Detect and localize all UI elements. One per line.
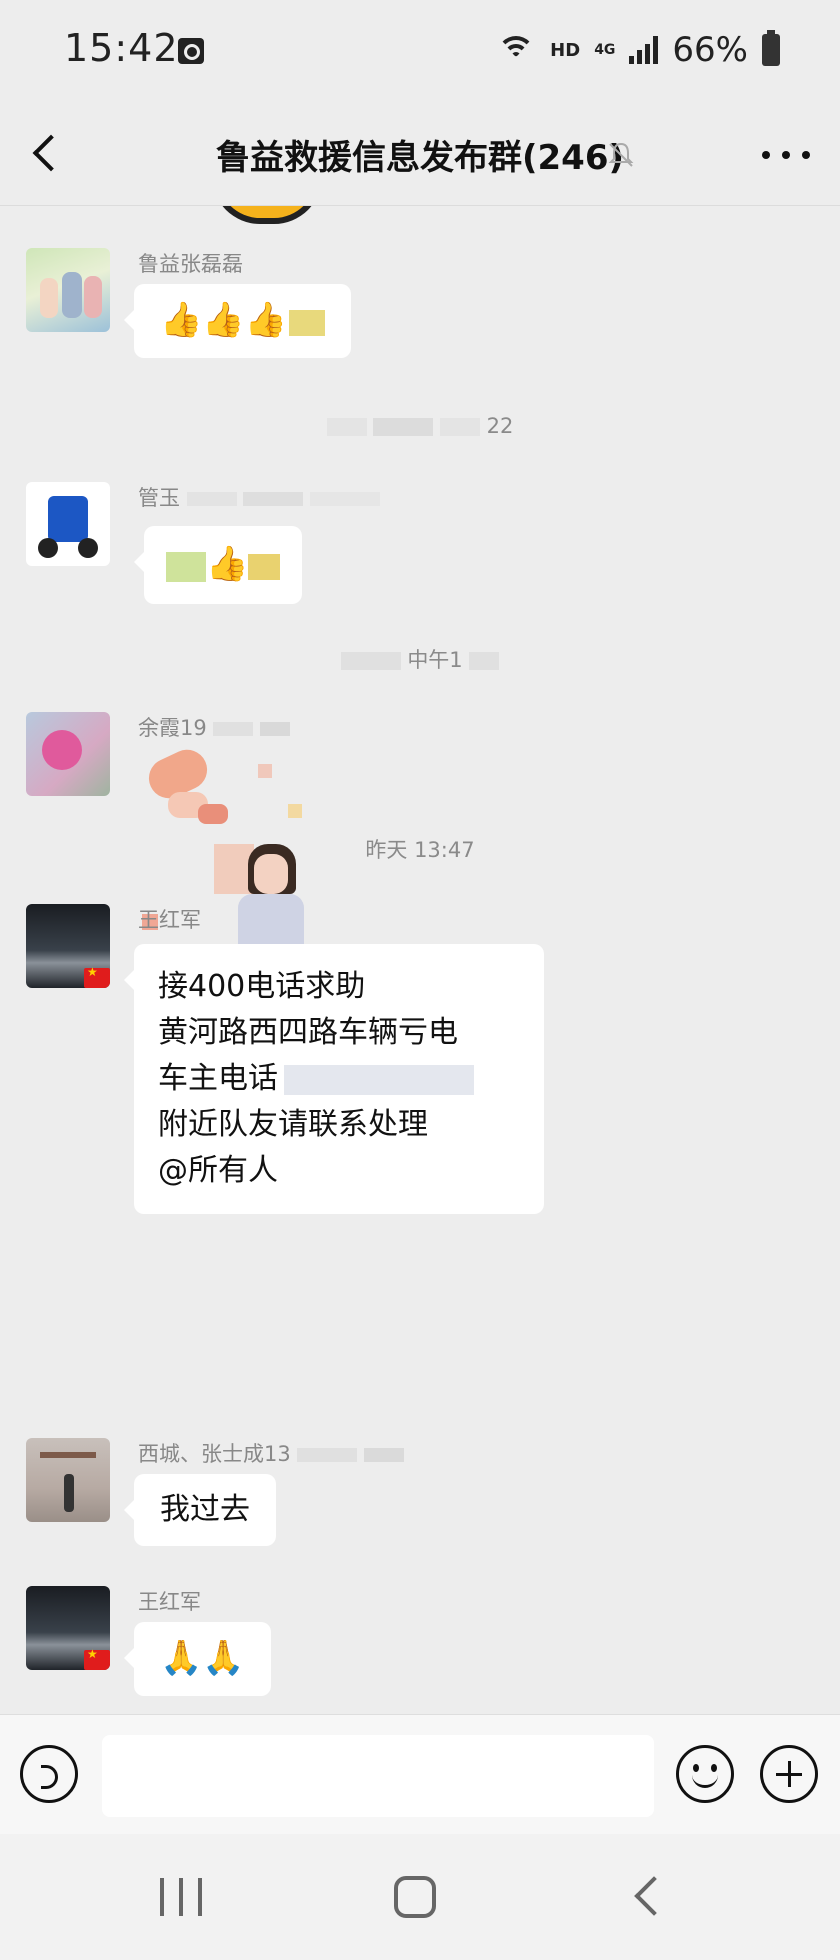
- system-back-button[interactable]: [634, 1876, 674, 1916]
- message-bubble[interactable]: 👍👍👍: [123, 284, 352, 358]
- status-bar: 15:42 HD 4G 66%: [0, 0, 840, 100]
- message-text: 👍👍👍: [160, 300, 288, 340]
- sender-name: 管玉: [138, 482, 381, 512]
- sender-name: 余霞19: [138, 712, 291, 742]
- hd-indicator: HD: [550, 39, 581, 61]
- battery-icon: [762, 30, 780, 66]
- status-time: 15:42: [64, 26, 179, 70]
- message-bubble[interactable]: 我过去: [124, 1474, 276, 1546]
- mention-all: @所有人: [158, 1153, 278, 1188]
- sender-name: 王红军: [138, 1590, 201, 1614]
- sender-name: 鲁益张磊磊: [138, 252, 243, 276]
- message-text: 👍: [206, 544, 249, 584]
- sender-name: 西城、张士成13: [138, 1438, 405, 1468]
- emoji-button[interactable]: [676, 1745, 734, 1803]
- chat-header: 鲁益救援信息发布群(246): [0, 100, 840, 206]
- input-bar: [0, 1714, 840, 1834]
- group-title: 鲁益救援信息发布群(246): [215, 138, 625, 178]
- sender-name: 王红军: [138, 908, 201, 932]
- flag-badge: [84, 1647, 110, 1670]
- recent-apps-button[interactable]: [160, 1878, 202, 1916]
- avatar[interactable]: [26, 482, 110, 566]
- message-bubble[interactable]: 🙏🙏: [124, 1622, 271, 1696]
- message-line: 接400电话求助: [158, 969, 366, 1004]
- message-line: 黄河路西四路车辆亏电: [158, 1015, 458, 1050]
- message-list[interactable]: 鲁益张磊磊 👍👍👍 22 管玉 👍 中午1 余霞19 昨天 13:47 ★ 王红…: [0, 206, 840, 1714]
- partial-sticker: [212, 206, 322, 224]
- message-text: 🙏🙏: [160, 1638, 245, 1678]
- timestamp-divider: 中午1: [0, 644, 840, 674]
- voice-input-button[interactable]: [20, 1745, 78, 1803]
- timestamp-divider: 昨天 13:47: [365, 838, 475, 862]
- alarm-icon: [178, 38, 204, 64]
- avatar[interactable]: [26, 1586, 110, 1670]
- message-input[interactable]: [102, 1735, 654, 1817]
- message-line: 附近队友请联系处理: [158, 1107, 428, 1142]
- system-navigation-bar: [0, 1834, 840, 1960]
- flag-badge: [84, 965, 110, 988]
- avatar[interactable]: [26, 1438, 110, 1522]
- status-indicators: HD 4G 66%: [496, 30, 780, 70]
- message-line: 车主电话: [158, 1056, 520, 1102]
- timestamp: 中午1: [407, 648, 463, 672]
- home-button[interactable]: [394, 1876, 436, 1918]
- battery-level: 66%: [672, 30, 748, 70]
- timestamp-divider: 22: [0, 414, 840, 438]
- avatar[interactable]: [26, 712, 110, 796]
- message-bubble[interactable]: 接400电话求助 黄河路西四路车辆亏电 车主电话 附近队友请联系处理 @所有人: [124, 944, 544, 1214]
- avatar[interactable]: [26, 904, 110, 988]
- signal-icon: [629, 36, 659, 64]
- wifi-icon: [496, 34, 536, 66]
- more-options-button[interactable]: [762, 140, 810, 170]
- timestamp: 22: [486, 414, 514, 438]
- network-type: 4G: [594, 42, 616, 58]
- message-bubble[interactable]: 👍: [133, 526, 303, 604]
- mute-bell-icon: [608, 142, 634, 167]
- more-actions-button[interactable]: [760, 1745, 818, 1803]
- avatar[interactable]: [26, 248, 110, 332]
